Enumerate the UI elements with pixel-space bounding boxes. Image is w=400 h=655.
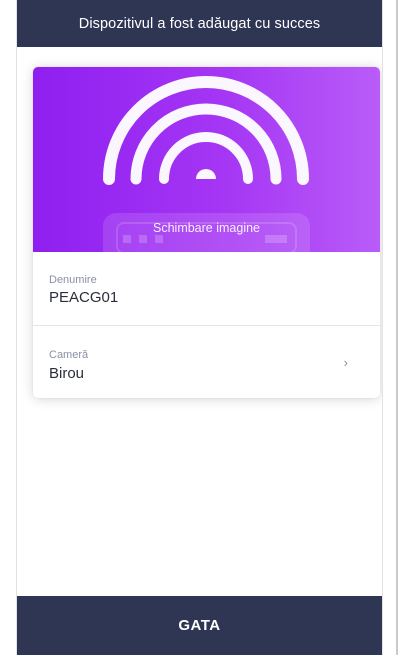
change-image-label[interactable]: Schimbare imagine xyxy=(33,221,380,235)
chevron-right-icon: › xyxy=(343,355,348,370)
device-image[interactable]: Schimbare imagine xyxy=(33,67,380,252)
page-title: Dispozitivul a fost adăugat cu succes xyxy=(78,15,321,32)
scrollbar-edge xyxy=(396,0,398,655)
room-selector[interactable]: Cameră Birou › xyxy=(33,325,380,398)
app-screen: Dispozitivul a fost adăugat cu succes Sc… xyxy=(17,0,382,655)
room-field-value: Birou xyxy=(49,365,85,382)
name-field-label: Denumire xyxy=(49,274,97,286)
room-field-label: Cameră xyxy=(49,349,89,361)
screen-edge-right xyxy=(382,0,383,655)
done-button[interactable]: GATA xyxy=(17,596,382,655)
device-card: Schimbare imagine Denumire PEACG01 Camer… xyxy=(33,67,380,398)
done-button-label: GATA xyxy=(178,617,221,634)
top-bar: Dispozitivul a fost adăugat cu succes xyxy=(17,0,382,47)
name-field[interactable]: Denumire PEACG01 xyxy=(33,252,380,325)
name-field-value[interactable]: PEACG01 xyxy=(49,289,118,306)
